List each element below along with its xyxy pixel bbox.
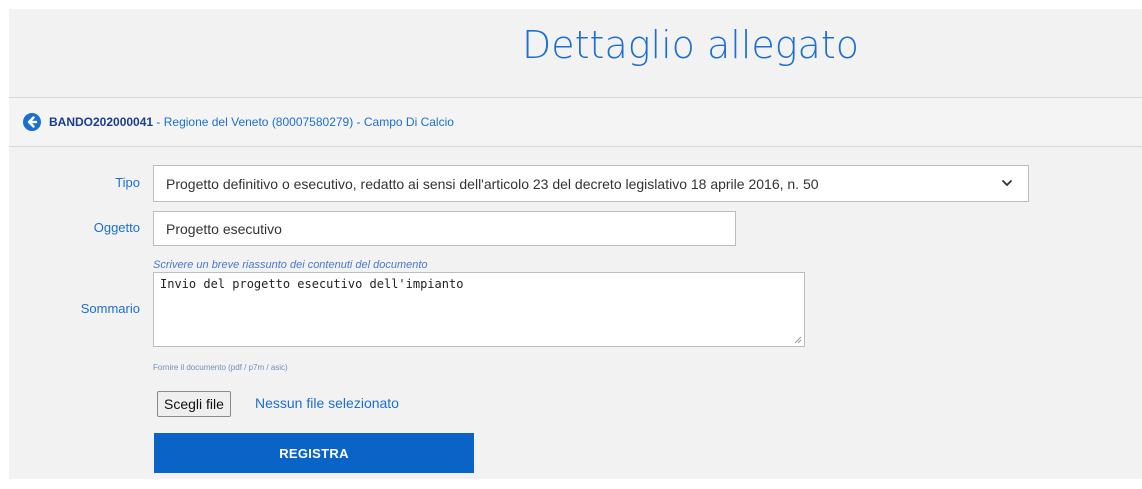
breadcrumb-code[interactable]: BANDO202000041 xyxy=(49,115,153,129)
oggetto-label: Oggetto xyxy=(93,220,140,235)
oggetto-input[interactable]: Progetto esecutivo xyxy=(153,211,736,246)
page-title: Dettaglio allegato xyxy=(522,23,859,67)
tipo-selected-value: Progetto definitivo o esecutivo, redatto… xyxy=(166,175,819,192)
file-note: Fornire il documento (pdf / p7m / asic) xyxy=(153,363,288,372)
breadcrumb-details: - Regione del Veneto (80007580279) - Cam… xyxy=(153,115,454,129)
sommario-textarea[interactable]: Invio del progetto esecutivo dell'impian… xyxy=(153,272,805,347)
resize-handle-icon[interactable] xyxy=(794,336,802,344)
chevron-down-icon xyxy=(1002,180,1012,187)
registra-button[interactable]: REGISTRA xyxy=(154,433,474,473)
sommario-text: Invio del progetto esecutivo dell'impian… xyxy=(160,277,464,291)
back-arrow-icon[interactable] xyxy=(23,113,41,131)
content-panel: Dettaglio allegato BANDO202000041 - Regi… xyxy=(9,9,1142,479)
tipo-label: Tipo xyxy=(115,175,140,190)
breadcrumb: BANDO202000041 - Regione del Veneto (800… xyxy=(9,97,1142,147)
tipo-select[interactable]: Progetto definitivo o esecutivo, redatto… xyxy=(153,165,1029,202)
choose-file-button[interactable]: Scegli file xyxy=(157,391,231,417)
breadcrumb-text: BANDO202000041 - Regione del Veneto (800… xyxy=(49,115,454,129)
sommario-hint: Scrivere un breve riassunto dei contenut… xyxy=(153,259,428,271)
file-status: Nessun file selezionato xyxy=(255,395,399,411)
sommario-label: Sommario xyxy=(80,301,140,316)
